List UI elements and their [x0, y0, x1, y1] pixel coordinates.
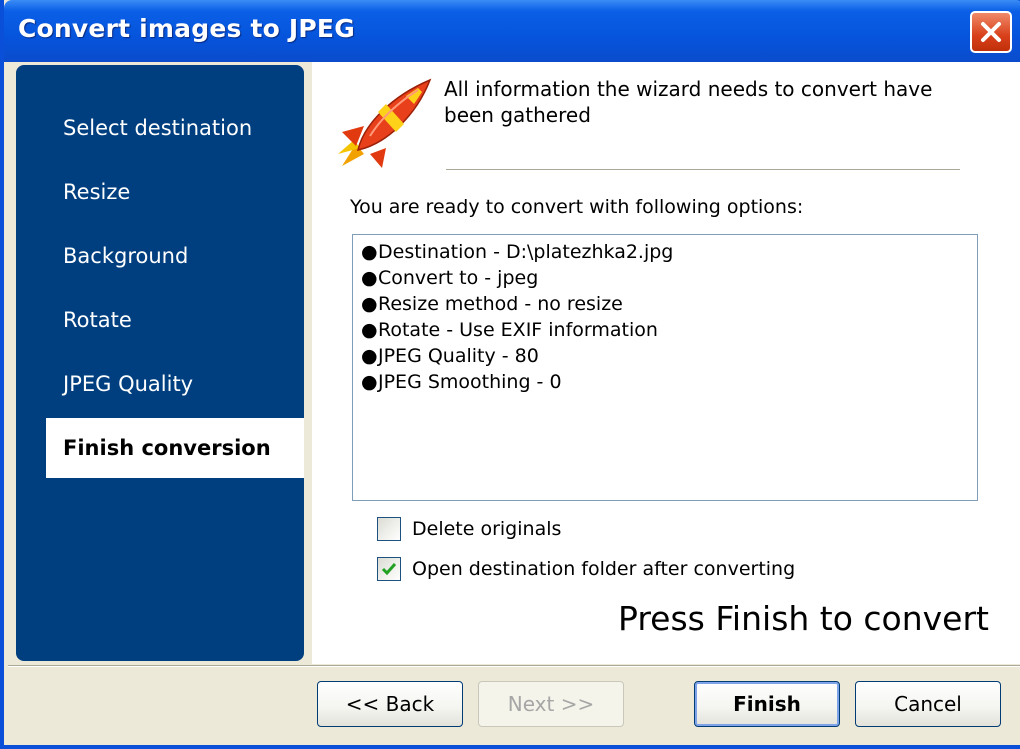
step-finish-conversion: Finish conversion — [46, 418, 304, 478]
wizard-page: All information the wizard needs to conv… — [312, 62, 1020, 664]
summary-line: ●Destination - D:\platezhka2.jpg — [361, 241, 674, 263]
bullet-icon: ● — [361, 293, 378, 315]
summary-line: ●JPEG Quality - 80 — [361, 345, 539, 367]
ready-label: You are ready to convert with following … — [350, 196, 804, 218]
bullet-icon: ● — [361, 241, 378, 263]
open-folder-option[interactable]: Open destination folder after converting — [377, 555, 795, 583]
bullet-icon: ● — [361, 267, 378, 289]
step-resize: Resize — [63, 180, 131, 204]
summary-line: ●Convert to - jpeg — [361, 267, 539, 289]
header-divider — [446, 169, 960, 171]
button-bar-divider — [8, 665, 1020, 667]
summary-line: ●Rotate - Use EXIF information — [361, 319, 658, 341]
next-button[interactable]: Next >> — [478, 681, 624, 727]
cancel-button[interactable]: Cancel — [855, 681, 1001, 727]
back-button[interactable]: << Back — [317, 681, 463, 727]
wizard-window: Convert images to JPEG Select destinatio… — [0, 0, 1020, 749]
step-jpeg-quality: JPEG Quality — [63, 372, 194, 396]
summary-line: ●Resize method - no resize — [361, 293, 623, 315]
close-icon — [981, 22, 1001, 42]
wizard-intro-text: All information the wizard needs to conv… — [444, 77, 933, 127]
step-background: Background — [63, 244, 189, 268]
open-folder-label[interactable]: Open destination folder after converting — [412, 558, 795, 580]
title-bar[interactable]: Convert images to JPEG — [4, 0, 1020, 62]
finish-button[interactable]: Finish — [694, 681, 840, 727]
press-finish-hint: Press Finish to convert — [618, 599, 989, 638]
open-folder-checkbox[interactable] — [377, 557, 401, 581]
summary-line: ●JPEG Smoothing - 0 — [361, 371, 562, 393]
bullet-icon: ● — [361, 371, 378, 393]
step-rotate: Rotate — [63, 308, 132, 332]
bullet-icon: ● — [361, 319, 378, 341]
step-select-destination: Select destination — [63, 116, 253, 140]
rocket-icon — [338, 78, 432, 168]
bullet-icon: ● — [361, 345, 378, 367]
wizard-steps-panel: Select destination Resize Background Rot… — [16, 65, 304, 661]
options-summary-box[interactable]: ●Destination - D:\platezhka2.jpg ●Conver… — [352, 234, 978, 501]
delete-originals-label[interactable]: Delete originals — [412, 518, 561, 540]
delete-originals-checkbox[interactable] — [377, 517, 401, 541]
delete-originals-option[interactable]: Delete originals — [377, 515, 561, 543]
close-button[interactable] — [970, 11, 1012, 53]
checkmark-icon — [381, 563, 397, 576]
window-title: Convert images to JPEG — [18, 14, 355, 43]
wizard-client: Select destination Resize Background Rot… — [8, 62, 1020, 745]
